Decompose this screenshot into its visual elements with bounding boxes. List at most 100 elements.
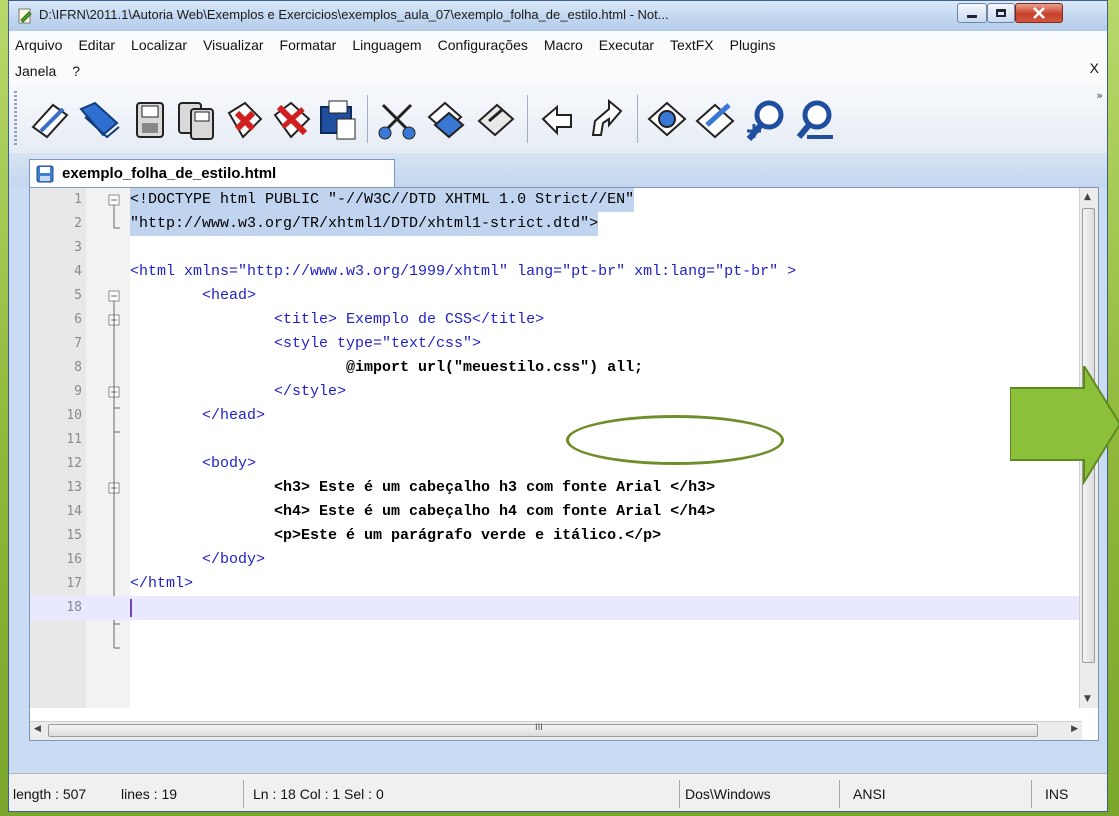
code-editor[interactable]: 1 <!DOCTYPE html PUBLIC "-//W3C//DTD XHT…: [29, 187, 1099, 741]
zoom-out-icon[interactable]: [793, 97, 839, 143]
toolbar: »: [9, 85, 1107, 154]
window-title: D:\IFRN\2011.1\Autoria Web\Exemplos e Ex…: [39, 7, 669, 22]
code-line-9: 9 </style>: [30, 380, 1082, 404]
copy-icon[interactable]: [423, 97, 469, 143]
saved-file-icon: [36, 165, 54, 182]
code-text: @import url("meuestilo.css") all;: [130, 359, 644, 376]
code-text: <head>: [130, 287, 257, 304]
code-line-15: 15 <p>Este é um parágrafo verde e itálic…: [30, 524, 1082, 548]
code-line-12: 12 <body>: [30, 452, 1082, 476]
close-document-button[interactable]: X: [1090, 60, 1099, 76]
close-icon: [1033, 7, 1045, 19]
code-text: <html xmlns="http://www.w3.org/1999/xhtm…: [130, 263, 797, 280]
scroll-left-icon[interactable]: ◀: [34, 724, 41, 734]
save-icon[interactable]: [127, 97, 173, 143]
code-line-11: 11: [66, 432, 82, 447]
tab-label: exemplo_folha_de_estilo.html: [62, 165, 277, 182]
close-icon[interactable]: [221, 97, 267, 143]
menu-plugins[interactable]: Plugins: [722, 37, 784, 53]
code-text: <h4> Este é um cabeçalho h4 com fonte Ar…: [130, 503, 716, 520]
arrow-icon: [1010, 366, 1119, 486]
menu-arquivo[interactable]: Arquivo: [9, 37, 70, 53]
menu-executar[interactable]: Executar: [591, 37, 662, 53]
scroll-up-icon[interactable]: ▲: [1084, 192, 1091, 202]
menu-formatar[interactable]: Formatar: [272, 37, 345, 53]
menu-editar[interactable]: Editar: [70, 37, 123, 53]
horizontal-scroll-thumb[interactable]: III: [48, 723, 1038, 737]
code-line-16: 16 </body>: [30, 548, 1082, 572]
tab-bar: exemplo_folha_de_estilo.html: [9, 153, 1107, 187]
menu-row-2: Janela ?: [9, 57, 88, 84]
new-file-icon[interactable]: [27, 97, 73, 143]
code-line-10: 10 </head>: [30, 404, 1082, 428]
code-text: </style>: [130, 383, 347, 400]
code-line-1: 1 <!DOCTYPE html PUBLIC "-//W3C//DTD XHT…: [30, 188, 1082, 212]
status-encoding: ANSI: [853, 786, 886, 802]
status-lines: lines : 19: [121, 786, 178, 802]
code-line-4: 4 <html xmlns="http://www.w3.org/1999/xh…: [30, 260, 1082, 284]
tab-exemplo-folha-de-estilo[interactable]: exemplo_folha_de_estilo.html: [29, 159, 395, 187]
print-icon[interactable]: [315, 97, 361, 143]
notepad-icon: [18, 8, 32, 24]
menu-visualizar[interactable]: Visualizar: [195, 37, 271, 53]
text-caret: [130, 599, 132, 617]
menu-help[interactable]: ?: [64, 63, 88, 79]
code-text: <h3> Este é um cabeçalho h3 com fonte Ar…: [130, 479, 716, 496]
scroll-grip: III: [535, 723, 543, 733]
replace-icon[interactable]: [693, 97, 739, 143]
undo-icon[interactable]: [535, 97, 581, 143]
status-bar: length : 507 lines : 19 Ln : 18 Col : 1 …: [9, 773, 1107, 811]
close-all-icon[interactable]: [269, 97, 315, 143]
maximize-icon: [996, 9, 1006, 17]
zoom-in-icon[interactable]: [743, 97, 789, 143]
horizontal-scrollbar[interactable]: ◀ III ▶: [30, 721, 1082, 740]
status-eol: Dos\Windows: [685, 786, 771, 802]
highlight-oval: [566, 415, 784, 465]
open-folder-icon[interactable]: [77, 97, 123, 143]
scroll-down-icon[interactable]: ▼: [1084, 694, 1091, 704]
status-separator: [679, 780, 680, 808]
toolbar-separator: [527, 95, 528, 143]
menu-textfx[interactable]: TextFX: [662, 37, 722, 53]
save-all-icon[interactable]: [173, 97, 219, 143]
toolbar-separator: [637, 95, 638, 143]
menu-localizar[interactable]: Localizar: [123, 37, 195, 53]
cut-icon[interactable]: [375, 97, 421, 143]
code-text: </body>: [130, 551, 266, 568]
toolbar-overflow-button[interactable]: »: [1096, 89, 1103, 102]
code-text: </html>: [130, 575, 194, 592]
menu-row-1: Arquivo Editar Localizar Visualizar Form…: [9, 31, 784, 58]
code-line-6: 6 <title> Exemplo de CSS</title>: [30, 308, 1082, 332]
code-line-5: 5 <head>: [30, 284, 1082, 308]
toolbar-grip[interactable]: [14, 91, 17, 147]
code-line-7: 7 <style type="text/css">: [30, 332, 1082, 356]
code-line-14: 14 <h4> Este é um cabeçalho h4 com fonte…: [30, 500, 1082, 524]
notepadpp-window: D:\IFRN\2011.1\Autoria Web\Exemplos e Ex…: [8, 0, 1108, 812]
code-line-18: 18: [30, 596, 1082, 620]
minimize-icon: [967, 14, 977, 18]
code-text: <title> Exemplo de CSS</title>: [130, 311, 545, 328]
find-icon[interactable]: [645, 97, 691, 143]
code-line-17: 17 </html>: [30, 572, 1082, 596]
menu-bar: Arquivo Editar Localizar Visualizar Form…: [9, 31, 1107, 86]
status-position: Ln : 18 Col : 1 Sel : 0: [253, 786, 384, 802]
code-text: </head>: [130, 407, 266, 424]
code-text: <p>Este é um parágrafo verde e itálico.<…: [130, 527, 662, 544]
menu-configuracoes[interactable]: Configurações: [430, 37, 536, 53]
menu-janela[interactable]: Janela: [9, 63, 64, 79]
close-window-button[interactable]: [1015, 3, 1063, 23]
maximize-button[interactable]: [987, 3, 1015, 23]
minimize-button[interactable]: [957, 3, 987, 23]
status-length: length : 507: [13, 786, 87, 802]
status-separator: [1031, 780, 1032, 808]
code-line-8: 8 @import url("meuestilo.css") all;: [30, 356, 1082, 380]
redo-icon[interactable]: [583, 97, 629, 143]
scroll-right-icon[interactable]: ▶: [1071, 724, 1078, 734]
code-text: <body>: [130, 455, 257, 472]
status-separator: [839, 780, 840, 808]
paste-icon[interactable]: [473, 97, 519, 143]
code-text: "http://www.w3.org/TR/xhtml1/DTD/xhtml1-…: [130, 212, 599, 236]
menu-linguagem[interactable]: Linguagem: [344, 37, 429, 53]
menu-macro[interactable]: Macro: [536, 37, 591, 53]
code-text: <style type="text/css">: [130, 335, 482, 352]
